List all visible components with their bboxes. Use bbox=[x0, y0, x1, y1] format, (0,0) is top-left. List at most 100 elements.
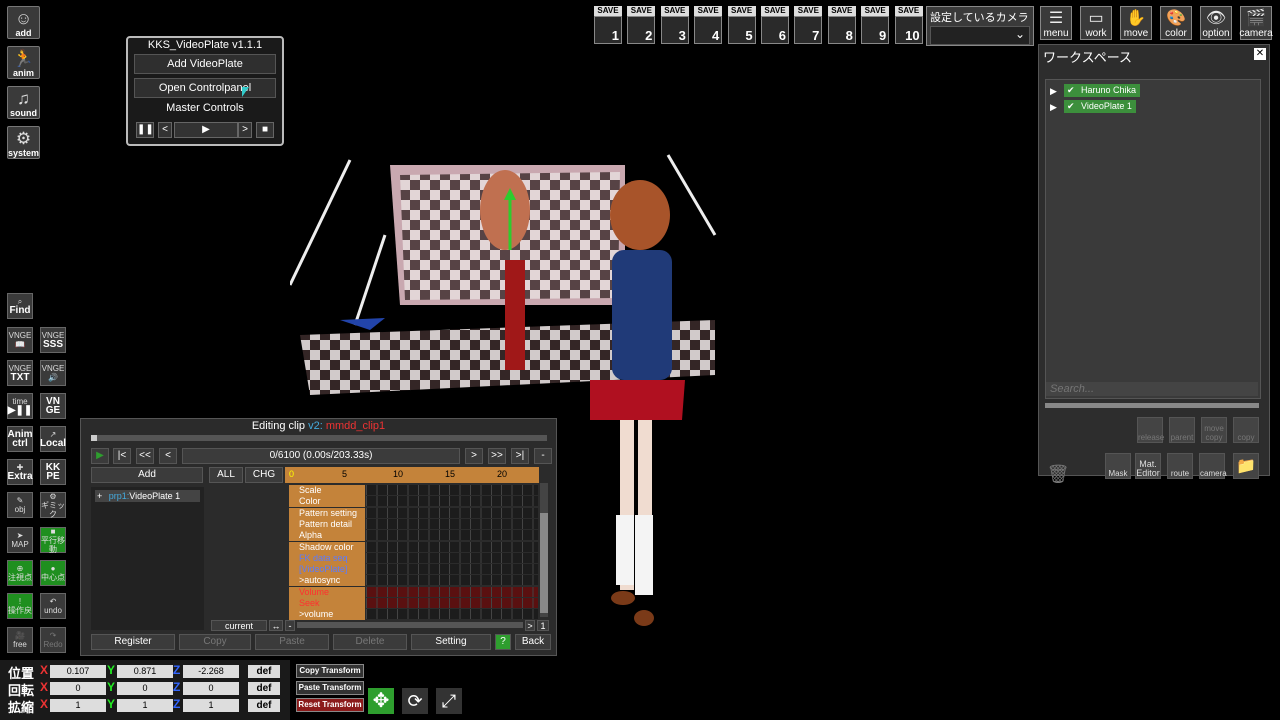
save-slot-8[interactable]: SAVE 8 bbox=[827, 6, 856, 46]
workspace-scrollbar[interactable] bbox=[1045, 403, 1259, 408]
play-button[interactable]: ▶ bbox=[174, 122, 238, 138]
vnge-txt-button[interactable]: VNGE TXT bbox=[7, 360, 33, 386]
rotation-x-field[interactable]: 0 bbox=[50, 682, 106, 695]
trash-icon[interactable]: 🗑 bbox=[1045, 453, 1071, 483]
zoom-button[interactable]: ↔ bbox=[269, 620, 283, 631]
prev-button[interactable]: < bbox=[158, 122, 172, 138]
time-button[interactable]: time ▶❚❚ bbox=[7, 393, 33, 419]
zoom-level-button[interactable]: 1 bbox=[537, 620, 549, 631]
property-track[interactable] bbox=[366, 609, 538, 620]
save-slot-1[interactable]: SAVE 1 bbox=[594, 6, 622, 46]
rotation-def-button[interactable]: def bbox=[248, 682, 280, 695]
clip-chg-button[interactable]: CHG bbox=[245, 467, 283, 483]
search-input[interactable] bbox=[1046, 382, 1258, 396]
clip-seek-bar[interactable] bbox=[91, 435, 547, 441]
property-track[interactable] bbox=[366, 575, 538, 586]
parent-button[interactable]: parent bbox=[1169, 417, 1195, 443]
work-tool-button[interactable]: ▭ work bbox=[1080, 6, 1112, 40]
setting-button[interactable]: Setting bbox=[411, 634, 491, 650]
add-tool-button[interactable]: ☺ add bbox=[7, 6, 40, 39]
property-row-label[interactable]: Pattern detail bbox=[289, 518, 365, 530]
clip-last-button[interactable]: >| bbox=[511, 448, 529, 464]
anim-ctrl-button[interactable]: Anim ctrl bbox=[7, 426, 33, 452]
add-videoplate-button[interactable]: Add VideoPlate bbox=[134, 54, 276, 74]
rotation-z-field[interactable]: 0 bbox=[183, 682, 239, 695]
property-row-label[interactable]: Color bbox=[289, 496, 365, 508]
color-tool-button[interactable]: 🎨 color bbox=[1160, 6, 1192, 40]
scale-z-field[interactable]: 1 bbox=[183, 699, 239, 712]
center-point-button[interactable]: ● 中心点 bbox=[40, 560, 66, 586]
camera-button[interactable]: camera bbox=[1199, 453, 1227, 479]
tree-item-haruno-chika[interactable]: ✔ Haruno Chika bbox=[1064, 84, 1141, 97]
vnge-button[interactable]: VN GE bbox=[40, 393, 66, 419]
scale-def-button[interactable]: def bbox=[248, 699, 280, 712]
menu-tool-button[interactable]: ☰ menu bbox=[1040, 6, 1072, 40]
move-ctrl-button[interactable]: ■ 平行移動 bbox=[40, 527, 66, 554]
release-button[interactable]: release bbox=[1137, 417, 1164, 443]
save-slot-4[interactable]: SAVE 4 bbox=[694, 6, 723, 46]
vnge-sss-button[interactable]: VNGE SSS bbox=[40, 327, 66, 353]
vnge-sound-button[interactable]: VNGE 🔊 bbox=[40, 360, 66, 386]
mask-button[interactable]: Mask bbox=[1105, 453, 1131, 479]
save-slot-7[interactable]: SAVE 7 bbox=[794, 6, 823, 46]
position-def-button[interactable]: def bbox=[248, 665, 280, 678]
property-track[interactable] bbox=[366, 552, 538, 563]
option-tool-button[interactable]: 👁 option bbox=[1200, 6, 1232, 40]
save-slot-10[interactable]: SAVE 10 bbox=[894, 6, 923, 46]
local-button[interactable]: ↗ Local bbox=[40, 426, 66, 452]
next-button[interactable]: > bbox=[238, 122, 252, 138]
register-button[interactable]: Register bbox=[91, 634, 175, 650]
rotation-y-field[interactable]: 0 bbox=[117, 682, 173, 695]
gimmick-button[interactable]: ⚙ ギミック bbox=[40, 492, 66, 519]
close-icon[interactable]: ✕ bbox=[1254, 48, 1266, 60]
delete-button[interactable]: Delete bbox=[333, 634, 407, 650]
clip-prev-button[interactable]: < bbox=[159, 448, 177, 464]
save-slot-6[interactable]: SAVE 6 bbox=[761, 6, 789, 46]
position-x-field[interactable]: 0.107 bbox=[50, 665, 106, 678]
current-button[interactable]: current bbox=[211, 620, 267, 631]
move-tool-button[interactable]: ✋ move bbox=[1120, 6, 1152, 40]
property-track[interactable] bbox=[366, 530, 538, 541]
save-slot-3[interactable]: SAVE 3 bbox=[660, 6, 689, 46]
map-button[interactable]: ➤ MAP bbox=[7, 527, 33, 553]
clip-rewind-button[interactable]: << bbox=[136, 448, 154, 464]
property-row-label[interactable]: Shadow color bbox=[289, 541, 365, 553]
position-y-field[interactable]: 0.871 bbox=[117, 665, 173, 678]
property-track[interactable] bbox=[366, 518, 538, 529]
copy-transform-button[interactable]: Copy Transform bbox=[296, 664, 364, 678]
timeline-hscrollbar[interactable] bbox=[297, 622, 523, 628]
property-row-label[interactable]: Scale bbox=[289, 485, 365, 496]
property-track[interactable] bbox=[366, 564, 538, 575]
tree-item-videoplate-1[interactable]: ✔ VideoPlate 1 bbox=[1064, 100, 1136, 113]
camera-tool-button[interactable]: 🎬 camera bbox=[1239, 6, 1273, 40]
property-track[interactable] bbox=[366, 541, 538, 552]
scale-y-field[interactable]: 1 bbox=[117, 699, 173, 712]
clip-item[interactable]: + prp1:VideoPlate 1 bbox=[95, 490, 200, 502]
stop-button[interactable]: ■ bbox=[256, 122, 274, 138]
paste-transform-button[interactable]: Paste Transform bbox=[296, 681, 364, 695]
clip-forward-button[interactable]: >> bbox=[488, 448, 506, 464]
save-slot-2[interactable]: SAVE 2 bbox=[627, 6, 656, 46]
property-row-label[interactable]: Alpha bbox=[289, 530, 365, 542]
copy-button[interactable]: copy bbox=[1233, 417, 1259, 443]
scroll-right-button[interactable]: > bbox=[525, 620, 535, 631]
timeline-vscrollbar[interactable] bbox=[540, 483, 548, 617]
route-button[interactable]: route bbox=[1167, 453, 1193, 479]
focus-point-button[interactable]: ⊕ 注視点 bbox=[7, 560, 33, 586]
property-track[interactable] bbox=[366, 586, 538, 597]
expand-arrow-icon[interactable]: ▶ bbox=[1050, 102, 1057, 113]
camera-select[interactable]: ⌄ bbox=[930, 26, 1030, 45]
property-row-label[interactable]: Volume bbox=[289, 586, 365, 598]
sound-tool-button[interactable]: ♫ sound bbox=[7, 86, 40, 119]
property-track[interactable] bbox=[366, 485, 538, 495]
scale-gizmo-icon[interactable]: ⤢ bbox=[436, 688, 462, 714]
help-button[interactable]: ? bbox=[495, 634, 511, 650]
property-row-label[interactable]: [VideoPlate] bbox=[289, 564, 365, 576]
property-row-label[interactable]: FK data seq bbox=[289, 552, 365, 564]
timeline-ruler[interactable]: 0 5 10 15 20 bbox=[285, 467, 539, 483]
clip-play-button[interactable]: ▶ bbox=[91, 448, 109, 464]
system-tool-button[interactable]: ⚙ system bbox=[7, 126, 40, 159]
clip-first-button[interactable]: |< bbox=[113, 448, 131, 464]
move-copy-button[interactable]: move copy bbox=[1201, 417, 1227, 443]
expand-arrow-icon[interactable]: ▶ bbox=[1050, 86, 1057, 97]
